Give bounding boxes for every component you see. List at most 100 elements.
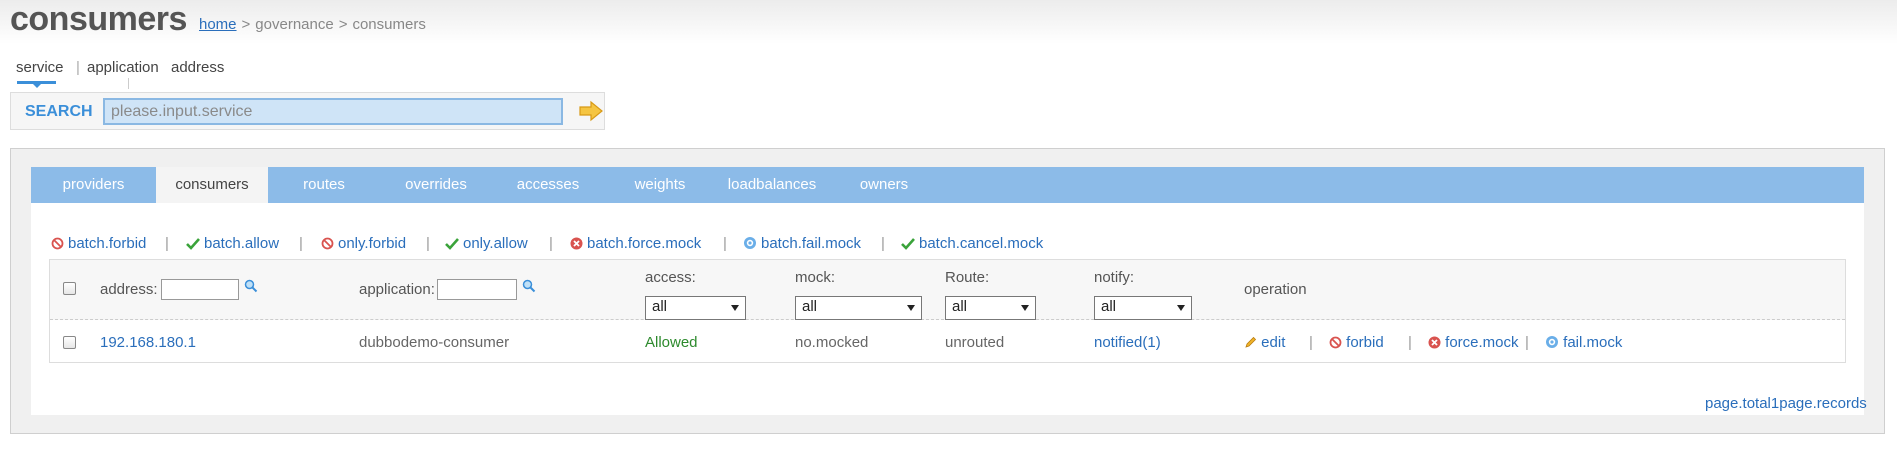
- row-checkbox[interactable]: [63, 336, 76, 349]
- nav-tab-routes[interactable]: routes: [268, 167, 380, 203]
- breadcrumb: home > governance > consumers: [199, 16, 426, 33]
- mock-filter-value: all: [802, 298, 818, 315]
- search-tab-application[interactable]: application: [87, 59, 159, 76]
- batch-fail-mock-label: batch.fail.mock: [761, 235, 862, 252]
- address-filter-input[interactable]: [161, 279, 239, 300]
- search-tab-address[interactable]: address: [171, 59, 224, 76]
- access-filter-select[interactable]: all: [645, 296, 746, 320]
- force-mock-button[interactable]: force.mock: [1428, 334, 1519, 351]
- governance-nav: providers consumers routes overrides acc…: [31, 167, 1864, 203]
- breadcrumb-governance: governance: [255, 16, 334, 33]
- separator: |: [299, 235, 303, 252]
- route-filter-select[interactable]: all: [945, 296, 1036, 320]
- search-bar: SEARCH: [10, 92, 605, 130]
- separator: |: [881, 235, 885, 252]
- nav-tab-weights[interactable]: weights: [604, 167, 716, 203]
- only-forbid-button[interactable]: only.forbid: [321, 235, 406, 252]
- separator: |: [549, 235, 553, 252]
- notify-header: notify:: [1094, 269, 1135, 286]
- chevron-down-icon: [731, 305, 739, 311]
- x-circle-icon: [1428, 336, 1441, 349]
- search-input[interactable]: [103, 98, 563, 125]
- chevron-down-icon: [907, 305, 915, 311]
- batch-cancel-mock-button[interactable]: batch.cancel.mock: [901, 235, 1043, 252]
- gear-icon: [743, 236, 757, 250]
- mock-header: mock:: [795, 269, 836, 286]
- batch-allow-button[interactable]: batch.allow: [186, 235, 279, 252]
- arrow-right-icon[interactable]: [578, 100, 604, 122]
- batch-force-mock-button[interactable]: batch.force.mock: [570, 235, 701, 252]
- batch-fail-mock-button[interactable]: batch.fail.mock: [743, 235, 861, 252]
- edit-label: edit: [1261, 334, 1286, 351]
- row-access-status: Allowed: [645, 334, 698, 351]
- batch-forbid-label: batch.forbid: [68, 235, 147, 252]
- separator: |: [1525, 334, 1529, 351]
- consumers-table: address: application: access: all mock: …: [49, 259, 1846, 363]
- chevron-down-icon: [1021, 305, 1029, 311]
- search-icon[interactable]: [244, 279, 258, 298]
- forbid-label: forbid: [1346, 334, 1384, 351]
- search-tab-service[interactable]: service: [16, 59, 64, 76]
- only-allow-button[interactable]: only.allow: [445, 235, 528, 252]
- only-forbid-label: only.forbid: [338, 235, 407, 252]
- batch-cancel-mock-label: batch.cancel.mock: [919, 235, 1044, 252]
- content-panel: providers consumers routes overrides acc…: [10, 148, 1885, 434]
- application-header: application:: [359, 281, 435, 298]
- forbid-icon: [321, 237, 334, 250]
- tab-divider-line: [128, 78, 129, 89]
- nav-tab-providers[interactable]: providers: [31, 167, 156, 203]
- separator: |: [165, 235, 169, 252]
- x-circle-icon: [570, 237, 583, 250]
- breadcrumb-separator: >: [338, 16, 348, 33]
- select-all-checkbox[interactable]: [63, 282, 76, 295]
- breadcrumb-current: consumers: [352, 16, 426, 33]
- row-address-link[interactable]: 192.168.180.1: [100, 334, 196, 351]
- fail-mock-label: fail.mock: [1563, 334, 1623, 351]
- pencil-icon: [1244, 336, 1257, 349]
- search-tab-divider: |: [76, 59, 80, 76]
- check-icon: [901, 237, 915, 250]
- forbid-button[interactable]: forbid: [1329, 334, 1384, 351]
- nav-tab-accesses[interactable]: accesses: [492, 167, 604, 203]
- edit-button[interactable]: edit: [1244, 334, 1285, 351]
- separator: |: [1408, 334, 1412, 351]
- application-filter-input[interactable]: [437, 279, 517, 300]
- nav-tab-loadbalances[interactable]: loadbalances: [716, 167, 828, 203]
- forbid-icon: [51, 237, 64, 250]
- breadcrumb-home-link[interactable]: home: [199, 16, 237, 33]
- active-tab-caret: [33, 84, 41, 88]
- check-icon: [445, 237, 459, 250]
- check-icon: [186, 237, 200, 250]
- access-filter-value: all: [652, 298, 668, 315]
- page-title: consumers: [10, 0, 187, 38]
- separator: |: [1309, 334, 1313, 351]
- separator: |: [426, 235, 430, 252]
- only-allow-label: only.allow: [463, 235, 528, 252]
- route-filter-value: all: [952, 298, 968, 315]
- notify-filter-select[interactable]: all: [1094, 296, 1192, 320]
- mock-filter-select[interactable]: all: [795, 296, 922, 320]
- chevron-down-icon: [1177, 305, 1185, 311]
- notify-filter-value: all: [1101, 298, 1117, 315]
- row-application: dubbodemo-consumer: [359, 334, 510, 351]
- row-notify-link[interactable]: notified(1): [1094, 334, 1161, 351]
- batch-allow-label: batch.allow: [204, 235, 280, 252]
- search-icon[interactable]: [522, 279, 536, 298]
- nav-tab-consumers[interactable]: consumers: [156, 167, 268, 203]
- nav-tab-owners[interactable]: owners: [828, 167, 940, 203]
- forbid-icon: [1329, 336, 1342, 349]
- route-header: Route:: [945, 269, 990, 286]
- row-route-status: unrouted: [945, 334, 1005, 351]
- nav-tab-overrides[interactable]: overrides: [380, 167, 492, 203]
- fail-mock-button[interactable]: fail.mock: [1545, 334, 1622, 351]
- content-inner: providers consumers routes overrides acc…: [31, 167, 1867, 415]
- force-mock-label: force.mock: [1445, 334, 1519, 351]
- table-header: address: application: access: all mock: …: [50, 260, 1845, 320]
- batch-forbid-button[interactable]: batch.forbid: [51, 235, 146, 252]
- page-records: page.total1page.records: [1705, 395, 1867, 412]
- breadcrumb-separator: >: [241, 16, 251, 33]
- operation-header: operation: [1244, 281, 1307, 298]
- separator: |: [723, 235, 727, 252]
- batch-force-mock-label: batch.force.mock: [587, 235, 702, 252]
- address-header: address:: [100, 281, 158, 298]
